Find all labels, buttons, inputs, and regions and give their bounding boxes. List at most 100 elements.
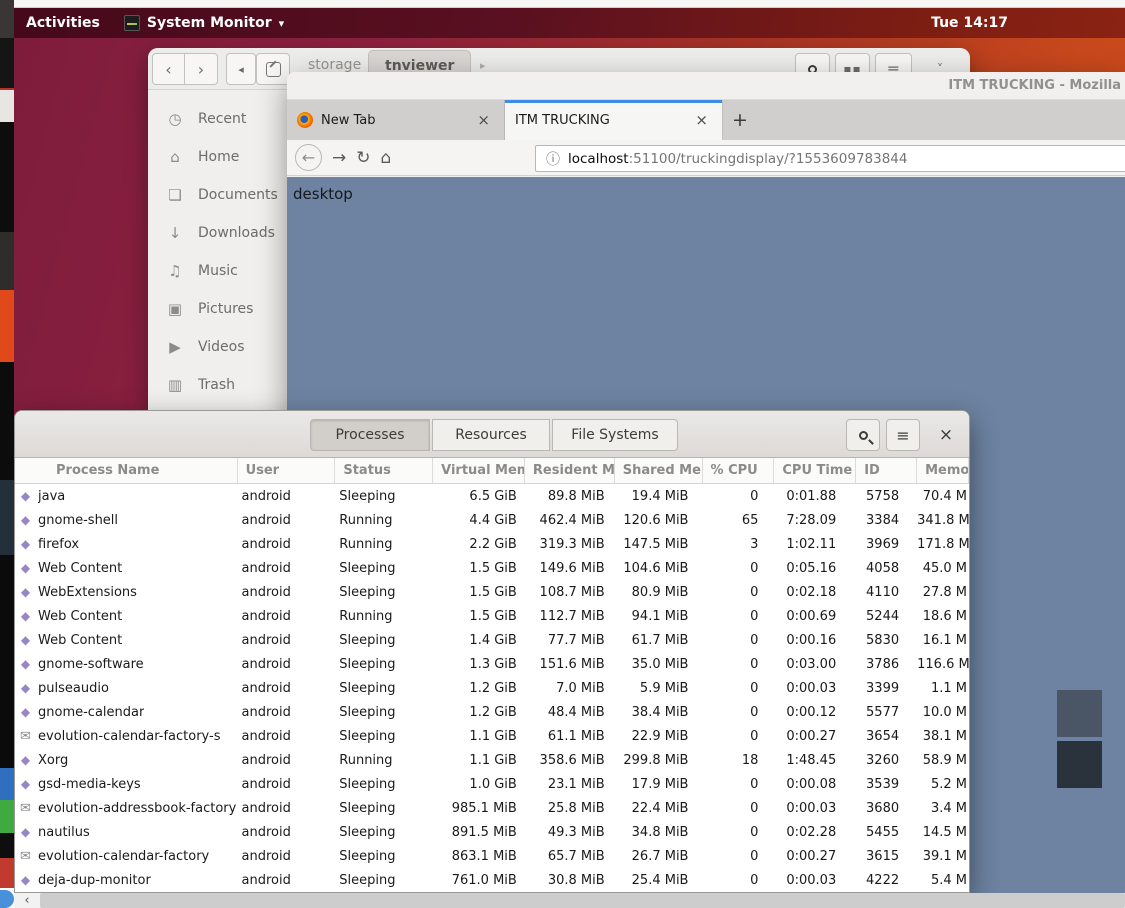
cell-resident: 48.4 MiB bbox=[547, 704, 605, 720]
close-icon[interactable]: × bbox=[473, 111, 494, 129]
cell-memory: 10.0 M bbox=[922, 704, 968, 720]
trash-icon: ▥ bbox=[167, 376, 183, 394]
tab-resources[interactable]: Resources bbox=[432, 419, 550, 451]
cell-status: Sleeping bbox=[339, 704, 396, 720]
reload-button[interactable]: ↻ bbox=[356, 148, 370, 168]
clock[interactable]: Tue 14:17 bbox=[931, 8, 1008, 38]
edge-fragment bbox=[0, 0, 14, 38]
column-header-user[interactable]: User bbox=[238, 458, 336, 483]
activities-label: Activities bbox=[26, 15, 100, 31]
cell-name: ◆ Xorg bbox=[15, 753, 237, 768]
home-button[interactable]: ⌂ bbox=[381, 148, 392, 168]
cell-shared: 38.4 MiB bbox=[631, 704, 689, 720]
back-button[interactable]: ‹ bbox=[152, 53, 185, 85]
table-row[interactable]: ✉ evolution-addressbook-factory android Sle… bbox=[15, 796, 969, 820]
column-header-cpu-time[interactable]: CPU Time bbox=[774, 458, 857, 483]
cell-cpu_time: 1:48.45 bbox=[786, 752, 837, 768]
table-row[interactable]: ◆ gnome-calendar android Sleeping 1.2 GiB 48.… bbox=[15, 700, 969, 724]
window-title: ITM TRUCKING - Mozilla bbox=[948, 78, 1121, 93]
tab-processes[interactable]: Processes bbox=[310, 419, 430, 451]
cell-id: 3260 bbox=[866, 752, 900, 768]
cell-user: android bbox=[241, 560, 291, 576]
scrollbar-track[interactable] bbox=[40, 893, 1125, 908]
table-row[interactable]: ◆ Web Content android Running 1.5 GiB 112.7 M… bbox=[15, 604, 969, 628]
table-row[interactable]: ◆ firefox android Running 2.2 GiB 319.3 MiB 14… bbox=[15, 532, 969, 556]
table-row[interactable]: ◆ pulseaudio android Sleeping 1.2 GiB 7.0 MiB… bbox=[15, 676, 969, 700]
cell-virtual: 4.4 GiB bbox=[469, 512, 517, 528]
table-row[interactable]: ◆ Xorg android Running 1.1 GiB 358.6 MiB 299.8… bbox=[15, 748, 969, 772]
cell-virtual: 6.5 GiB bbox=[469, 488, 517, 504]
cell-memory: 18.6 M bbox=[922, 608, 968, 624]
table-row[interactable]: ◆ WebExtensions android Sleeping 1.5 GiB 108.… bbox=[15, 580, 969, 604]
sidebar-item-downloads[interactable]: ↓ Downloads bbox=[148, 214, 287, 252]
cell-cpu_time: 0:00.12 bbox=[786, 704, 837, 720]
process-name: gsd-media-keys bbox=[38, 776, 141, 792]
table-row[interactable]: ◆ java android Sleeping 6.5 GiB 89.8 MiB 19.4 … bbox=[15, 484, 969, 508]
page-tile-top[interactable] bbox=[1057, 690, 1102, 737]
table-row[interactable]: ◆ gsd-media-keys android Sleeping 1.0 GiB 23.… bbox=[15, 772, 969, 796]
column-header-id[interactable]: ID bbox=[856, 458, 918, 483]
cell-memory: 16.1 M bbox=[922, 632, 968, 648]
cell-id: 4110 bbox=[866, 584, 900, 600]
activities-button[interactable]: Activities bbox=[14, 8, 112, 38]
page-tile-bottom[interactable] bbox=[1057, 741, 1102, 788]
cell-memory: 116.6 M bbox=[917, 656, 969, 672]
close-icon[interactable]: × bbox=[691, 111, 712, 129]
table-row[interactable]: ◆ deja-dup-monitor android Sleeping 761.0 Mi… bbox=[15, 868, 969, 892]
path-prev-button[interactable]: ◂ bbox=[226, 53, 256, 85]
recent-icon: ◷ bbox=[168, 110, 182, 128]
column-header-virtual-memory[interactable]: Virtual Memory bbox=[433, 458, 525, 483]
tab-new-tab[interactable]: New Tab × bbox=[287, 100, 505, 140]
info-icon[interactable]: ⓘ bbox=[546, 149, 560, 169]
column-header-resident-memory[interactable]: Resident Memory bbox=[525, 458, 615, 483]
search-button[interactable] bbox=[846, 419, 880, 451]
cell-cpu: 0 bbox=[750, 728, 759, 744]
close-window-button[interactable]: × bbox=[933, 419, 959, 451]
forward-button[interactable]: → bbox=[332, 148, 346, 168]
column-header-process-name[interactable]: Process Name bbox=[15, 458, 238, 483]
column-header--cpu[interactable]: % CPU bbox=[703, 458, 775, 483]
cell-name: ◆ Web Content bbox=[15, 561, 237, 576]
firefox-titlebar[interactable]: ITM TRUCKING - Mozilla bbox=[287, 72, 1125, 100]
app-process-icon: ◆ bbox=[20, 825, 31, 839]
sidebar-item-videos[interactable]: ▶ Videos bbox=[148, 328, 287, 366]
sidebar-item-documents[interactable]: ❏ Documents bbox=[148, 176, 287, 214]
sidebar-item-music[interactable]: ♫ Music bbox=[148, 252, 287, 290]
triangle-left-icon: ◂ bbox=[238, 62, 244, 76]
table-row[interactable]: ✉ evolution-calendar-factory android Sleepi… bbox=[15, 844, 969, 868]
table-row[interactable]: ◆ gnome-shell android Running 4.4 GiB 462.4 M… bbox=[15, 508, 969, 532]
cell-cpu_time: 0:05.16 bbox=[786, 560, 837, 576]
table-row[interactable]: ◆ nautilus android Sleeping 891.5 MiB 49.3 Mi… bbox=[15, 820, 969, 844]
sidebar-item-recent[interactable]: ◷ Recent bbox=[148, 100, 287, 138]
edge-fragment bbox=[0, 88, 14, 122]
sidebar-item-pictures[interactable]: ▣ Pictures bbox=[148, 290, 287, 328]
column-header-memory[interactable]: Memory bbox=[917, 458, 969, 483]
tab-file-systems[interactable]: File Systems bbox=[552, 419, 678, 451]
table-row[interactable]: ◆ gnome-software android Sleeping 1.3 GiB 151… bbox=[15, 652, 969, 676]
cell-cpu: 0 bbox=[750, 584, 759, 600]
table-row[interactable]: ◆ Web Content android Sleeping 1.4 GiB 77.7 M… bbox=[15, 628, 969, 652]
table-row[interactable]: ◆ Web Content android Sleeping 1.5 GiB 149.6 … bbox=[15, 556, 969, 580]
table-row[interactable]: ✉ evolution-calendar-factory-s android Slee… bbox=[15, 724, 969, 748]
sidebar-item-trash[interactable]: ▥ Trash bbox=[148, 366, 287, 404]
forward-button[interactable]: › bbox=[185, 53, 218, 85]
url-bar[interactable]: ⓘ localhost:51100/truckingdisplay/?15536… bbox=[535, 145, 1125, 172]
cell-virtual: 1.3 GiB bbox=[469, 656, 517, 672]
sidebar-item-home[interactable]: ⌂ Home bbox=[148, 138, 287, 176]
cell-shared: 120.6 MiB bbox=[623, 512, 689, 528]
scroll-left-arrow[interactable]: ‹ bbox=[14, 893, 40, 908]
menu-button[interactable]: ≡ bbox=[886, 419, 920, 451]
column-header-status[interactable]: Status bbox=[335, 458, 434, 483]
new-tab-button[interactable]: + bbox=[723, 100, 757, 140]
sidebar-item-label: Pictures bbox=[198, 301, 254, 317]
column-header-shared-memory[interactable]: Shared Memory bbox=[615, 458, 703, 483]
app-menu-button[interactable]: System Monitor ▾ bbox=[112, 8, 296, 38]
cell-memory: 70.4 M bbox=[922, 488, 968, 504]
horizontal-scrollbar[interactable]: ‹ bbox=[14, 893, 1125, 908]
back-button[interactable]: ← bbox=[295, 144, 322, 171]
mail-process-icon: ✉ bbox=[20, 848, 31, 864]
cell-memory: 27.8 M bbox=[922, 584, 968, 600]
tab-itm-trucking[interactable]: ITM TRUCKING × bbox=[505, 100, 723, 140]
remote-viewer-button[interactable] bbox=[256, 53, 290, 85]
back-icon: ← bbox=[301, 148, 316, 167]
